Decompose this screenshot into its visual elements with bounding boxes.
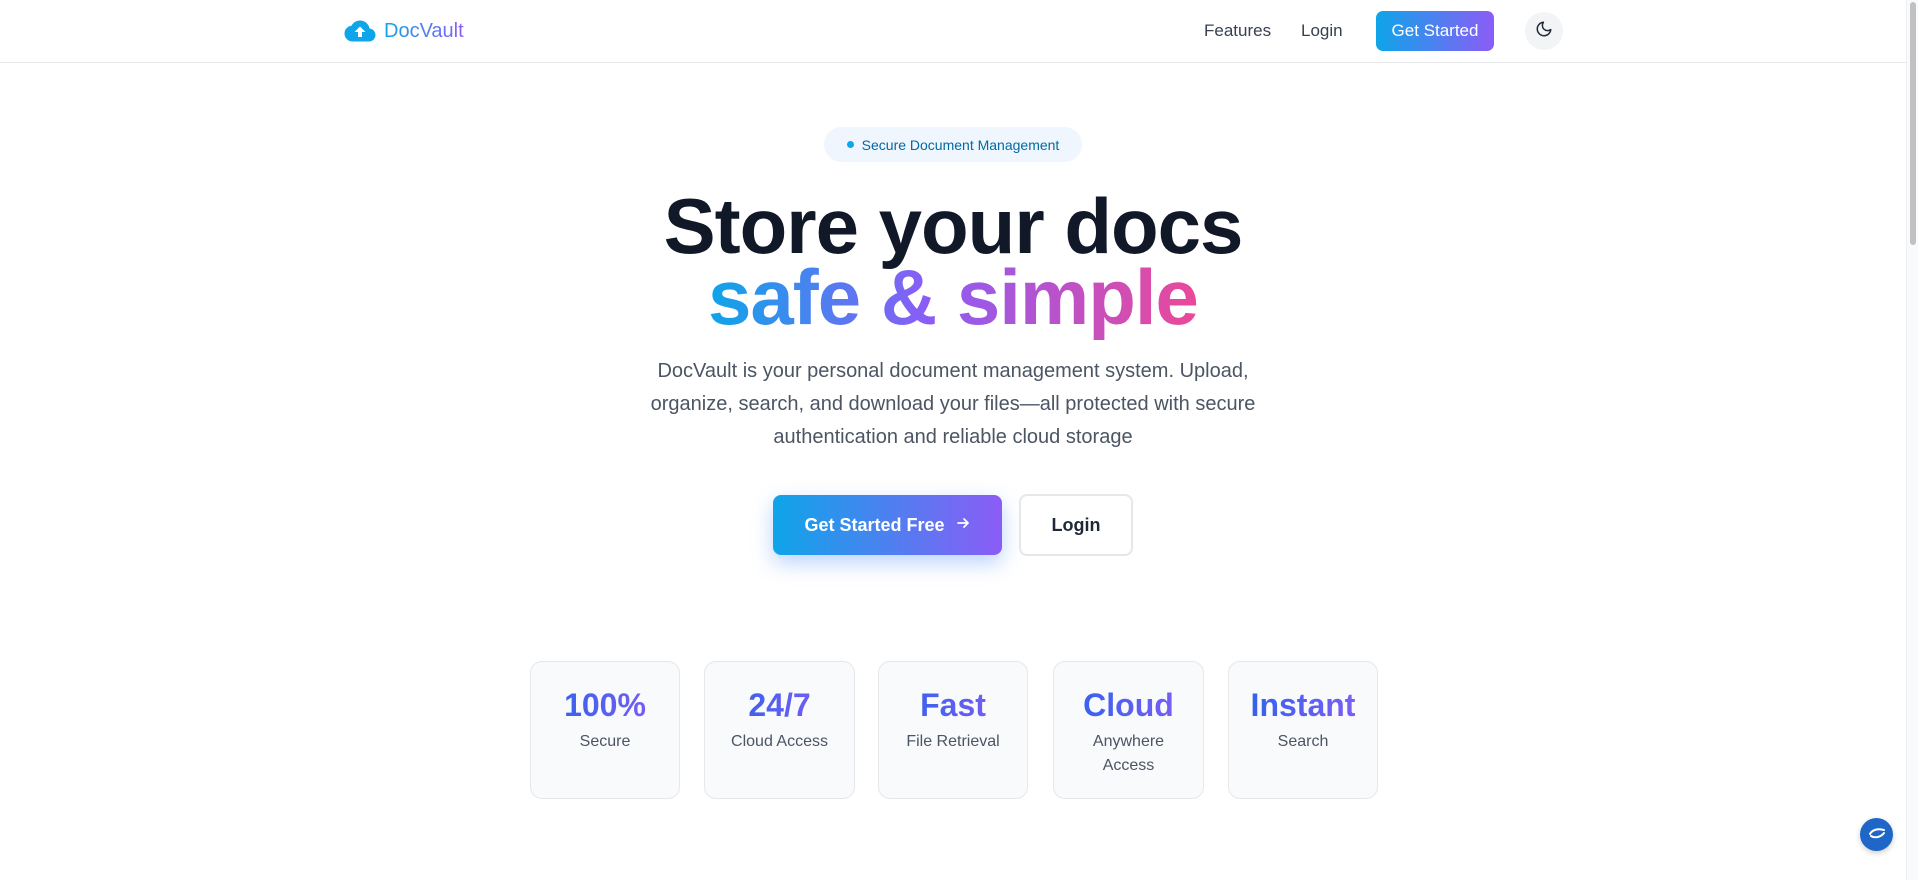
stat-value: Fast (879, 686, 1027, 724)
feature-badge: Secure Document Management (824, 127, 1082, 162)
page-scrollbar[interactable] (1906, 0, 1918, 880)
chat-widget-icon (1866, 821, 1888, 848)
brand-name: DocVault (384, 19, 464, 42)
hero-title-line2: safe & simple (0, 252, 1906, 342)
stat-label: Search (1277, 733, 1329, 750)
stat-card-secure: 100% Secure (530, 661, 680, 799)
get-started-free-button[interactable]: Get Started Free (773, 495, 1002, 555)
badge-text: Secure Document Management (861, 136, 1060, 153)
nav-link-features[interactable]: Features (1204, 21, 1271, 41)
scrollbar-thumb[interactable] (1910, 2, 1916, 245)
hero-login-button[interactable]: Login (1019, 494, 1133, 556)
stat-value: Instant (1229, 686, 1377, 724)
stat-label: Secure (579, 733, 631, 750)
moon-icon (1535, 20, 1553, 43)
stat-value: 100% (531, 686, 679, 724)
stat-label: Anywhere Access (1092, 733, 1165, 774)
stat-value: Cloud (1054, 686, 1203, 724)
stat-card-fast: Fast File Retrieval (878, 661, 1028, 799)
stat-card-cloud-access: 24/7 Cloud Access (704, 661, 855, 799)
cloud-upload-icon (344, 19, 376, 43)
stat-label: Cloud Access (731, 733, 828, 750)
stat-card-cloud: Cloud Anywhere Access (1053, 661, 1204, 799)
badge-dot-icon (846, 141, 854, 148)
chat-widget-button[interactable] (1860, 818, 1893, 851)
hero-subtitle: DocVault is your personal document manag… (650, 360, 1256, 448)
stat-value: 24/7 (705, 686, 854, 724)
top-navbar: DocVault Features Login Get Started (0, 0, 1906, 63)
arrow-right-icon (955, 515, 971, 536)
brand-logo[interactable]: DocVault (344, 19, 464, 43)
theme-toggle-button[interactable] (1525, 12, 1563, 50)
hero-title-gradient-text: safe & simple (708, 253, 1199, 341)
nav-link-login[interactable]: Login (1301, 21, 1343, 41)
stat-label: File Retrieval (906, 733, 1000, 750)
nav-get-started-button[interactable]: Get Started (1376, 11, 1494, 51)
get-started-free-label: Get Started Free (804, 514, 945, 535)
stat-card-instant: Instant Search (1228, 661, 1378, 799)
